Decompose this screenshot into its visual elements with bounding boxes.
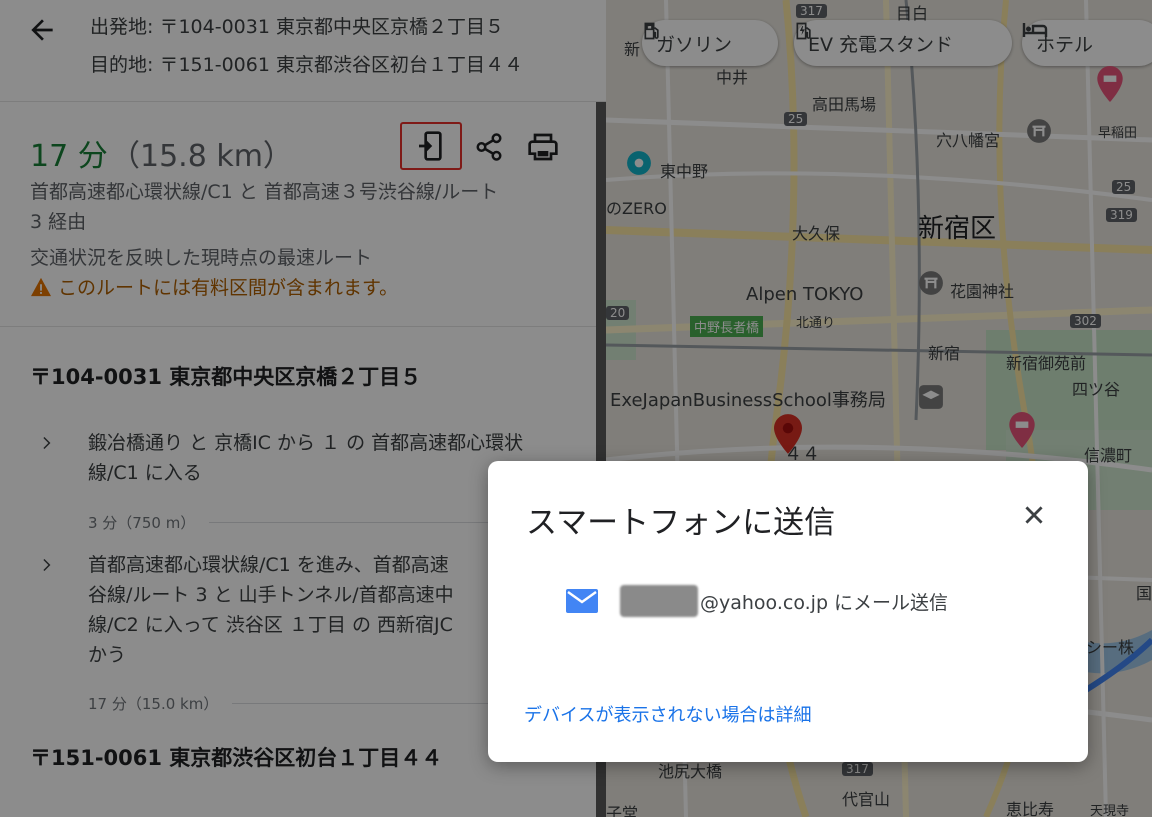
send-to-phone-dialog: スマートフォンに送信 @yahoo.co.jp にメール送信 デバイスが表示され… xyxy=(488,461,1088,762)
dialog-title: スマートフォンに送信 xyxy=(526,505,836,541)
email-send-option[interactable]: @yahoo.co.jp にメール送信 xyxy=(566,583,948,619)
device-help-link[interactable]: デバイスが表示されない場合は詳細 xyxy=(524,701,811,727)
close-icon xyxy=(1025,506,1043,524)
close-button[interactable] xyxy=(1016,497,1052,533)
mail-icon xyxy=(566,589,598,613)
redacted-email-username xyxy=(620,585,698,617)
email-option-label: @yahoo.co.jp にメール送信 xyxy=(700,591,949,614)
